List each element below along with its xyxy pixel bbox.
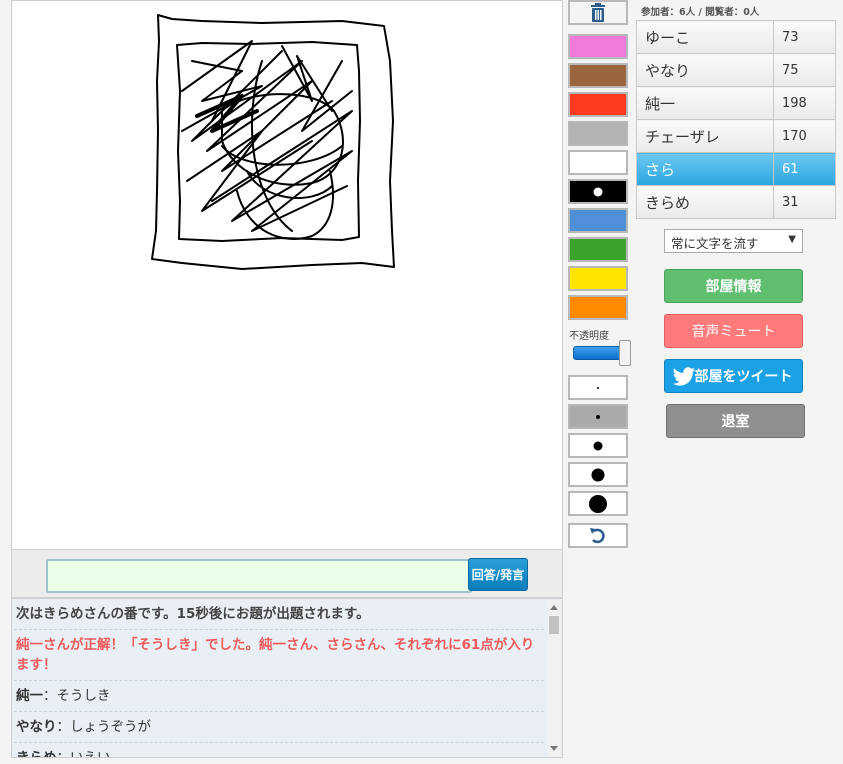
chevron-down-icon: ▼ <box>788 234 796 245</box>
clear-canvas-button[interactable] <box>568 0 628 25</box>
brush-size-4-button[interactable] <box>568 462 628 487</box>
tweet-room-button[interactable]: 部屋をツイート <box>664 359 803 393</box>
brush-dot-icon <box>597 386 599 389</box>
twitter-bird-icon <box>672 367 696 386</box>
color-white-swatch[interactable] <box>568 150 628 175</box>
drawing-strokes <box>151 14 395 270</box>
player-score: 75 <box>773 53 836 87</box>
scroll-up-icon[interactable] <box>550 605 558 610</box>
color-red-swatch[interactable] <box>568 92 628 117</box>
chat-line: きらめ：いえい <box>14 743 544 758</box>
chat-speaker: やなり <box>16 719 57 735</box>
selected-color-indicator <box>593 187 603 196</box>
player-name: チェーザレ <box>636 119 774 153</box>
scoreboard: ゆーこ 73 やなり 75 純一 198 チェーザレ 170 さら 61 きらめ 31 <box>636 20 836 219</box>
chat-log: 次はきらめさんの番です。15秒後にお題が出題されます。 純一さんが正解！「そうし… <box>11 598 563 758</box>
player-row: きらめ 31 <box>636 185 836 219</box>
player-score: 198 <box>773 86 836 120</box>
mute-button[interactable]: 音声ミュート <box>664 314 803 348</box>
color-gray-swatch[interactable] <box>568 121 628 146</box>
brush-dot-icon <box>591 468 605 481</box>
player-row-active: さら 61 <box>636 152 836 186</box>
tweet-room-label: 部屋をツイート <box>694 369 793 385</box>
color-orange-swatch[interactable] <box>568 295 628 320</box>
scroll-down-icon[interactable] <box>550 746 558 751</box>
player-score: 170 <box>773 119 836 153</box>
brush-dot-icon <box>593 441 603 450</box>
brush-size-1-button[interactable] <box>568 375 628 400</box>
chat-text: しょうぞうが <box>70 719 151 735</box>
player-name: 純一 <box>636 86 774 120</box>
room-info-button[interactable]: 部屋情報 <box>664 269 803 303</box>
chat-text: そうしき <box>56 688 111 704</box>
color-yellow-swatch[interactable] <box>568 266 628 291</box>
participants-info: 参加者：6人 / 閲覧者：0人 <box>641 7 760 18</box>
chat-line-correct: 純一さんが正解！「そうしき」でした。純一さん、さらさん、それぞれに61点が入りま… <box>14 630 544 681</box>
player-name: やなり <box>636 53 774 87</box>
answer-submit-button[interactable]: 回答/発言 <box>468 558 528 591</box>
brush-size-2-button[interactable] <box>568 404 628 429</box>
player-row: チェーザレ 170 <box>636 119 836 153</box>
player-name: さら <box>636 152 774 186</box>
color-blue-swatch[interactable] <box>568 208 628 233</box>
color-pink-swatch[interactable] <box>568 34 628 59</box>
undo-icon <box>590 528 605 544</box>
brush-dot-icon <box>589 494 607 513</box>
opacity-label: 不透明度 <box>569 331 609 342</box>
player-name: ゆーこ <box>636 20 774 54</box>
player-score: 73 <box>773 20 836 54</box>
player-row: やなり 75 <box>636 53 836 87</box>
opacity-slider-knob[interactable] <box>619 340 631 366</box>
brush-dot-icon <box>596 414 600 419</box>
chat-line: やなり：しょうぞうが <box>14 712 544 743</box>
scrollbar-thumb[interactable] <box>549 616 559 634</box>
player-score: 31 <box>773 185 836 219</box>
trash-icon <box>591 3 605 22</box>
leave-room-button[interactable]: 退室 <box>666 404 805 438</box>
chat-line: 純一：そうしき <box>14 681 544 712</box>
opacity-slider-track[interactable] <box>573 346 625 360</box>
brush-size-5-button[interactable] <box>568 491 628 516</box>
text-mode-value: 常に文字を流す <box>671 236 759 251</box>
undo-button[interactable] <box>568 523 628 548</box>
player-row: 純一 198 <box>636 86 836 120</box>
chat-scrollbar[interactable] <box>547 600 561 756</box>
chat-speaker: きらめ <box>16 750 57 758</box>
answer-bar: 回答/発言 <box>11 550 563 598</box>
color-black-swatch[interactable] <box>568 179 628 204</box>
player-name: きらめ <box>636 185 774 219</box>
answer-input[interactable] <box>46 559 472 593</box>
chat-speaker: 純一 <box>16 688 43 704</box>
player-row: ゆーこ 73 <box>636 20 836 54</box>
brush-size-3-button[interactable] <box>568 433 628 458</box>
color-green-swatch[interactable] <box>568 237 628 262</box>
text-mode-select[interactable]: 常に文字を流す ▼ <box>664 229 803 253</box>
chat-line-system: 次はきらめさんの番です。15秒後にお題が出題されます。 <box>14 599 544 630</box>
color-brown-swatch[interactable] <box>568 63 628 88</box>
opacity-slider[interactable] <box>573 340 631 366</box>
drawing-canvas[interactable] <box>11 0 563 550</box>
player-score: 61 <box>773 152 836 186</box>
chat-text: いえい <box>70 750 111 758</box>
